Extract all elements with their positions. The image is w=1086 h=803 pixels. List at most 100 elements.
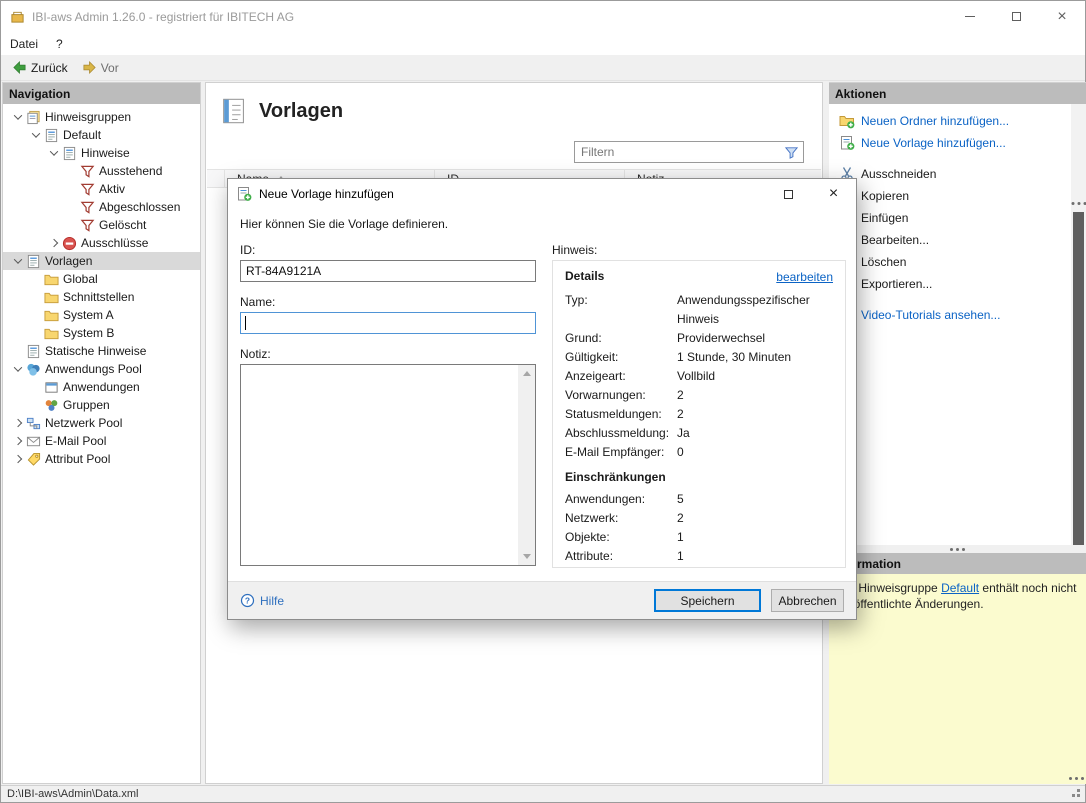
- tree-item-label: System A: [63, 308, 114, 322]
- hints-icon: [62, 146, 77, 161]
- tree-item-anwendungs-pool[interactable]: Anwendungs Pool: [3, 360, 200, 378]
- notiz-textarea[interactable]: [241, 365, 518, 565]
- tree-item-hinweisgruppen[interactable]: Hinweisgruppen: [3, 108, 200, 126]
- filter-icon: [80, 200, 95, 215]
- tree-item-default[interactable]: Default: [3, 126, 200, 144]
- exclude-icon: [62, 236, 77, 251]
- folder-icon: [44, 308, 59, 323]
- tree-item-label: Hinweisgruppen: [45, 110, 131, 124]
- id-input[interactable]: [240, 260, 536, 282]
- tree-item-system-b[interactable]: System B: [3, 324, 200, 342]
- filter-funnel-icon[interactable]: [784, 145, 799, 160]
- tree-item-statische-hinweise[interactable]: Statische Hinweise: [3, 342, 200, 360]
- tree-item-email-pool[interactable]: E-Mail Pool: [3, 432, 200, 450]
- window-title: IBI-aws Admin 1.26.0 - registriert für I…: [32, 10, 294, 24]
- forward-label: Vor: [101, 61, 119, 75]
- tree-item-label: Aktiv: [99, 182, 125, 196]
- cancel-button[interactable]: Abbrechen: [771, 589, 844, 612]
- help-icon: [240, 593, 255, 608]
- back-button[interactable]: Zurück: [5, 57, 75, 79]
- chevron-right-icon[interactable]: [13, 419, 21, 427]
- info-resize-grip-icon: [1075, 777, 1078, 780]
- maximize-button[interactable]: [993, 1, 1039, 32]
- filter-icon: [80, 182, 95, 197]
- action-video-tutorials[interactable]: Video-Tutorials ansehen...: [829, 304, 1086, 326]
- tree-item-attribut-pool[interactable]: Attribut Pool: [3, 450, 200, 468]
- column-header-icon[interactable]: [207, 170, 225, 187]
- scrollbar-thumb[interactable]: [1073, 212, 1084, 566]
- action-cut[interactable]: Ausschneiden: [829, 163, 1086, 185]
- chevron-down-icon[interactable]: [13, 363, 21, 371]
- tree-item-label: Gelöscht: [99, 218, 146, 232]
- groups-icon: [44, 398, 59, 413]
- action-export[interactable]: Exportieren...: [829, 273, 1086, 295]
- chevron-down-icon[interactable]: [13, 255, 21, 263]
- navigation-header: Navigation: [3, 83, 200, 104]
- tree-item-label: Abgeschlossen: [99, 200, 180, 214]
- tree-item-netzwerk-pool[interactable]: Netzwerk Pool: [3, 414, 200, 432]
- templates-page-icon: [219, 96, 249, 126]
- tree-item-ausschluesse[interactable]: Ausschlüsse: [3, 234, 200, 252]
- bearbeiten-link[interactable]: bearbeiten: [776, 270, 833, 284]
- detail-row: Anzeigeart:Vollbild: [565, 367, 833, 386]
- tree-item-hinweise[interactable]: Hinweise: [3, 144, 200, 162]
- navigation-panel: Navigation Hinweisgruppen Default Hinwei…: [2, 82, 201, 784]
- tree-item-geloescht[interactable]: Gelöscht: [3, 216, 200, 234]
- action-delete[interactable]: Löschen: [829, 251, 1086, 273]
- action-paste[interactable]: Einfügen: [829, 207, 1086, 229]
- tree-item-schnittstellen[interactable]: Schnittstellen: [3, 288, 200, 306]
- tree-item-aktiv[interactable]: Aktiv: [3, 180, 200, 198]
- actions-panel: Aktionen Neuen Ordner hinzufügen... Neue…: [829, 82, 1086, 784]
- dialog-close-button[interactable]: ×: [811, 179, 856, 209]
- resize-grip-icon: [1077, 794, 1080, 797]
- detail-row: Objekte:1: [565, 528, 833, 547]
- forward-arrow-icon: [82, 60, 97, 75]
- chevron-down-icon[interactable]: [49, 147, 57, 155]
- save-button[interactable]: Speichern: [654, 589, 761, 612]
- tree-item-label: Ausschlüsse: [81, 236, 148, 250]
- minimize-button[interactable]: [947, 1, 993, 32]
- scroll-down-icon[interactable]: [523, 554, 531, 559]
- notiz-scrollbar[interactable]: [518, 365, 535, 565]
- actions-scrollbar[interactable]: [1071, 104, 1086, 545]
- chevron-down-icon[interactable]: [13, 111, 21, 119]
- forward-button[interactable]: Vor: [75, 57, 126, 79]
- action-edit[interactable]: Bearbeiten...: [829, 229, 1086, 251]
- default-group-link[interactable]: Default: [941, 581, 979, 595]
- panel-splitter[interactable]: [829, 545, 1086, 553]
- filter-input[interactable]: [575, 145, 780, 159]
- tree-item-label: Hinweise: [81, 146, 130, 160]
- hinweis-label: Hinweis:: [552, 243, 597, 257]
- action-new-folder[interactable]: Neuen Ordner hinzufügen...: [829, 110, 1086, 132]
- action-copy[interactable]: Kopieren: [829, 185, 1086, 207]
- tree-item-system-a[interactable]: System A: [3, 306, 200, 324]
- tree-item-abgeschlossen[interactable]: Abgeschlossen: [3, 198, 200, 216]
- detail-row: Anwendungen:5: [565, 490, 833, 509]
- back-arrow-icon: [12, 60, 27, 75]
- scroll-up-icon[interactable]: [523, 371, 531, 376]
- tree-item-global[interactable]: Global: [3, 270, 200, 288]
- tree-item-vorlagen[interactable]: Vorlagen: [3, 252, 200, 270]
- navigation-tree: Hinweisgruppen Default Hinweise Ausstehe…: [3, 104, 200, 468]
- chevron-down-icon[interactable]: [31, 129, 39, 137]
- information-header: Information: [829, 553, 1086, 574]
- close-button[interactable]: ×: [1039, 1, 1085, 32]
- action-new-template[interactable]: Neue Vorlage hinzufügen...: [829, 132, 1086, 154]
- tree-item-anwendungen[interactable]: Anwendungen: [3, 378, 200, 396]
- chevron-right-icon[interactable]: [13, 455, 21, 463]
- chevron-right-icon[interactable]: [49, 239, 57, 247]
- menu-item-help[interactable]: ?: [47, 32, 72, 55]
- dialog-title-bar: Neue Vorlage hinzufügen ×: [228, 179, 856, 209]
- folder-icon: [44, 290, 59, 305]
- tree-item-ausstehend[interactable]: Ausstehend: [3, 162, 200, 180]
- hint-groups-icon: [26, 110, 41, 125]
- help-link[interactable]: Hilfe: [240, 593, 284, 608]
- maximize-icon: [784, 190, 793, 199]
- chevron-right-icon[interactable]: [13, 437, 21, 445]
- menu-item-datei[interactable]: Datei: [1, 32, 47, 55]
- id-label: ID:: [240, 243, 255, 257]
- tree-item-gruppen[interactable]: Gruppen: [3, 396, 200, 414]
- name-input[interactable]: [240, 312, 536, 334]
- dialog-maximize-button[interactable]: [766, 179, 811, 209]
- tree-item-label: Schnittstellen: [63, 290, 134, 304]
